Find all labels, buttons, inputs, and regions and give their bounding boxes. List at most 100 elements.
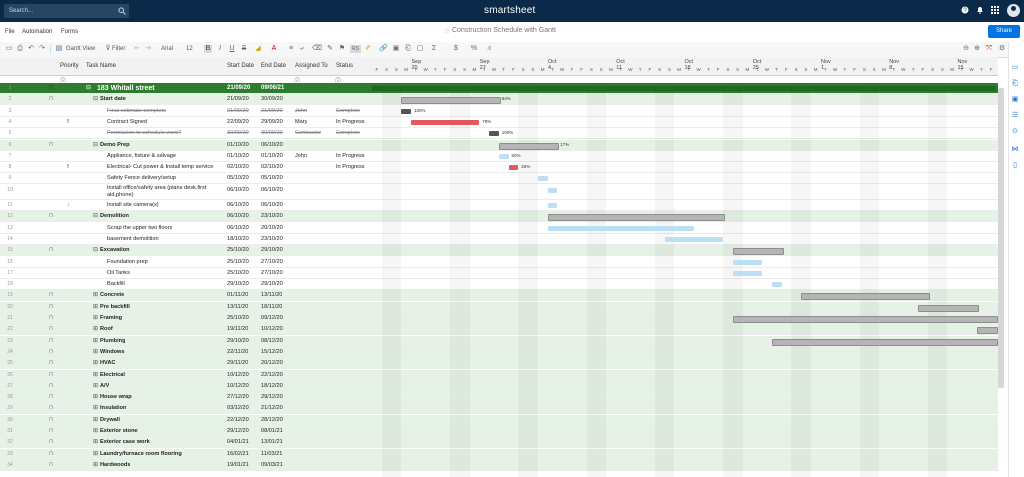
align-icon[interactable]: ≡ [287,45,295,53]
gantt-bar[interactable] [489,131,499,137]
zoom-out-icon[interactable]: ⊖ [962,45,970,53]
table-row[interactable]: 26 Electrical 10/12/20 22/12/20 ⊞ ⊓ [0,369,998,381]
save-icon[interactable]: ▭ [5,45,13,53]
summary-icon[interactable]: ▯ [1011,162,1019,170]
table-row[interactable]: 14 basement demolition 18/10/20 23/10/20 [0,234,998,245]
currency-icon[interactable]: $ [452,45,460,53]
expand-icon[interactable]: ⊞ [93,290,98,301]
print-icon[interactable]: ⎙ [16,45,24,53]
table-row[interactable]: 32 Exterior case work 04/01/21 13/01/21 ⊞ ⊓ [0,437,998,449]
gantt-view-dropdown[interactable]: Gantt View [66,45,95,54]
table-row[interactable]: 3 Final estimate complete 21/09/20 21/09/20… [0,106,998,117]
activity-log-icon[interactable]: ☰ [1011,112,1019,120]
column-header-priority[interactable]: Priority [60,63,79,69]
gantt-bar[interactable] [547,214,725,222]
expand-icon[interactable]: ⊞ [93,449,98,460]
format-painter-icon[interactable]: ✎ [326,45,334,53]
expand-icon[interactable]: ⊞ [93,358,98,369]
table-row[interactable]: 8 Electrical- Cut power & Install temp se… [0,162,998,174]
gantt-bar[interactable] [537,176,548,182]
text-color-icon[interactable]: A [270,45,278,53]
search-input[interactable]: Search... [4,4,129,18]
table-row[interactable]: 29 Insulation 03/12/20 21/12/20 ⊞ ⊓ [0,403,998,415]
collapse-icon[interactable]: ⊟ [93,140,98,151]
gantt-bar[interactable] [771,338,998,346]
avatar[interactable] [1007,4,1020,17]
gantt-bar[interactable] [547,203,558,208]
highlight-icon[interactable]: ✐ [364,45,372,53]
table-row[interactable]: 28 House wrap 27/12/20 29/12/20 ⊞ ⊓ [0,392,998,404]
gantt-bar[interactable] [976,327,998,335]
table-row[interactable]: 24 Windows 22/11/20 15/12/20 ⊞ ⊓ [0,346,998,358]
redo-icon[interactable]: ↷ [38,45,46,53]
attachments-icon[interactable]: ⎗ [1011,80,1019,88]
underline-button[interactable]: U [228,45,236,53]
table-row[interactable]: 5 Permission to schedule work? 30/09/20 30/… [0,128,998,140]
expand-icon[interactable]: ⊞ [93,415,98,426]
gantt-view-icon[interactable]: ▤ [55,45,63,53]
clear-format-icon[interactable]: ⌫ [312,45,322,53]
column-header-start-date[interactable]: Start Date [227,63,254,69]
expand-icon[interactable]: ⊞ [93,313,98,324]
percent-icon[interactable]: % [470,45,478,53]
gantt-bar[interactable] [771,282,782,288]
zoom-in-icon[interactable]: ⊕ [973,45,981,53]
rs-badge[interactable]: RS [350,45,361,53]
table-row[interactable]: 22 Roof 19/11/20 10/12/20 ⊞ ⊓ [0,324,998,336]
publish-icon[interactable]: ⊙ [1011,128,1019,136]
collapse-icon[interactable]: ⊟ [93,211,98,222]
search-icon[interactable] [118,7,126,15]
star-icon[interactable]: ☆ [444,27,450,35]
table-row[interactable]: 16 Foundation prep 25/10/20 27/10/20 [0,257,998,268]
bell-icon[interactable] [976,6,984,14]
gantt-bar[interactable] [732,259,762,265]
table-row[interactable]: 30 Drywall 22/12/20 28/12/20 ⊞ ⊓ [0,414,998,426]
expand-icon[interactable]: ⊞ [93,347,98,358]
gantt-bar[interactable] [664,236,723,242]
table-row[interactable]: 17 Oil Tanks 25/10/20 27/10/20 [0,268,998,279]
expand-icon[interactable]: ⊞ [93,324,98,335]
settings-icon[interactable]: ⚙ [998,45,1006,53]
gantt-bar[interactable] [401,108,411,114]
outdent-icon[interactable]: ⇤ [133,45,141,53]
bold-button[interactable]: B [204,45,212,53]
column-header-assigned-to[interactable]: Assigned To [295,63,328,69]
table-row[interactable]: 31 Exterior stone 29/12/20 08/01/21 ⊞ ⊓ [0,426,998,437]
italic-button[interactable]: I [216,45,224,53]
font-size-dropdown[interactable]: 12 [186,45,193,54]
critical-path-icon[interactable]: ⤧ [985,45,993,53]
collapse-icon[interactable]: ⊟ [93,245,98,256]
expand-icon[interactable]: ⊞ [93,381,98,392]
column-header-end-date[interactable]: End Date [261,63,286,69]
font-dropdown[interactable]: Arial [161,45,173,54]
filter-button[interactable]: Filter [112,45,125,54]
gantt-bar[interactable] [498,142,560,150]
collapse-icon[interactable]: ⊟ [93,94,98,105]
gantt-bar[interactable] [508,165,519,171]
column-header-status[interactable]: Status [336,63,353,69]
integrations-icon[interactable]: ⋈ [1011,146,1019,154]
gantt-bar[interactable] [732,270,762,276]
comment-icon[interactable]: ▢ [416,45,424,53]
share-button[interactable]: Share [988,25,1020,38]
gantt-bar[interactable] [401,97,501,105]
table-row[interactable]: 34 Hardwoods 19/01/21 09/03/21 ⊞ ⊓ [0,459,998,471]
filter-icon[interactable]: ⊽ [104,45,112,53]
attachment-icon[interactable]: ⎗ [404,45,412,53]
link-icon[interactable]: 🔗 [379,45,388,53]
gantt-bar[interactable] [547,225,694,231]
conditional-format-icon[interactable]: ⚑ [338,45,346,53]
table-row[interactable]: 9 Safety Fence delivery/setup 05/10/20 05/1… [0,173,998,185]
gantt-bar[interactable] [918,304,979,312]
expand-icon[interactable]: ⊞ [93,302,98,313]
gantt-bar[interactable] [547,187,558,193]
gantt-bar[interactable] [801,293,930,301]
help-icon[interactable]: ? [961,6,969,14]
column-header-task-name[interactable]: Task Name [86,63,116,69]
expand-icon[interactable]: ⊞ [93,392,98,403]
fill-color-icon[interactable]: ◢ [254,45,262,53]
menu-file[interactable]: File [5,29,15,35]
gantt-bar[interactable] [372,86,996,91]
expand-icon[interactable]: ⊞ [93,370,98,381]
table-row[interactable]: 15 Excavation 25/10/20 29/10/20 ⊟ ⊓ [0,245,998,257]
